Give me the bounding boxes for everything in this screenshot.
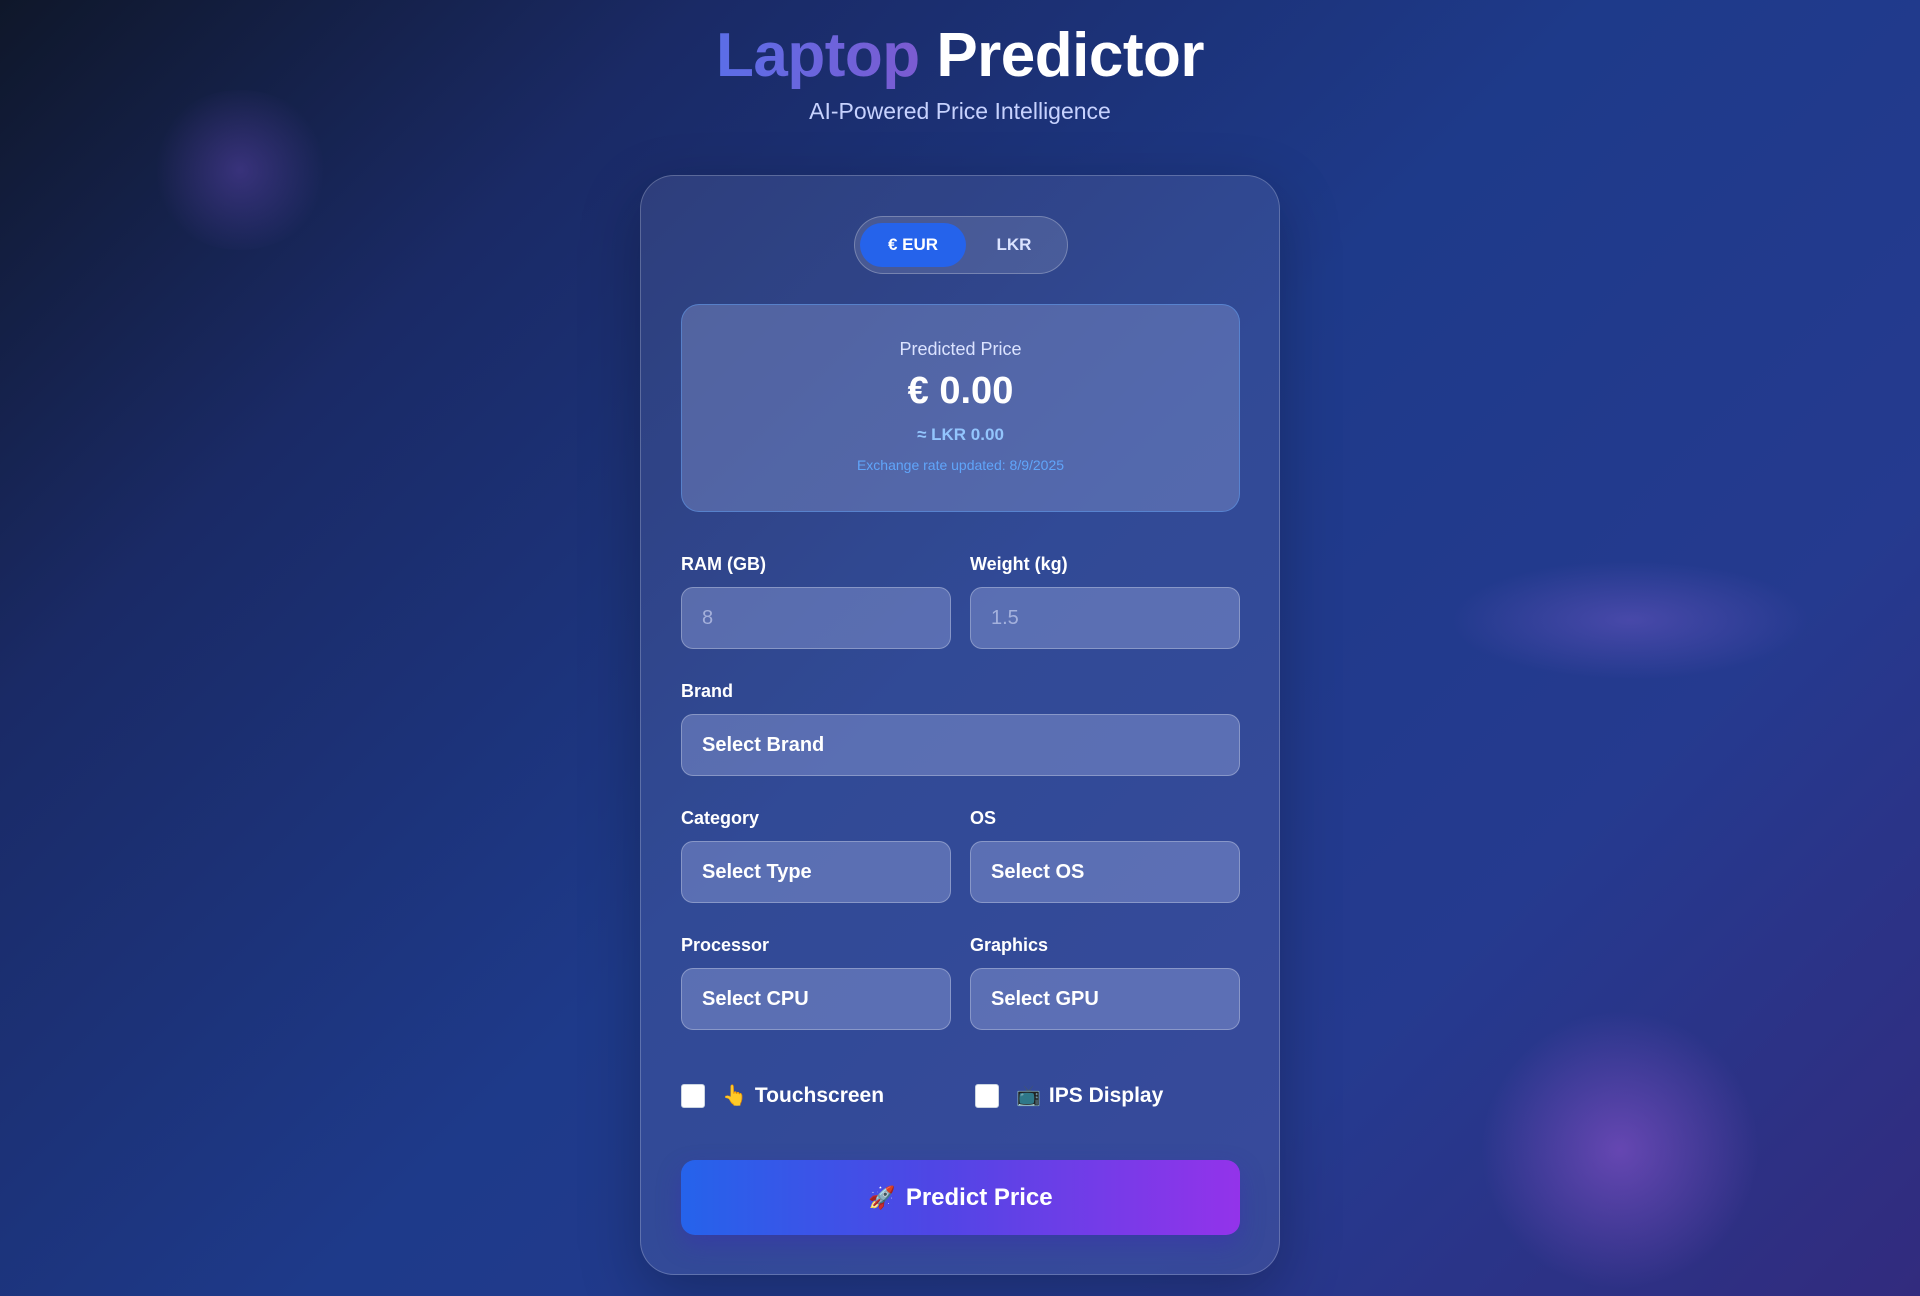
background-glow (1480, 1010, 1760, 1290)
ips-display-label: IPS Display (1048, 1083, 1164, 1107)
title-word-laptop: Laptop (715, 21, 920, 90)
touchscreen-checkbox[interactable] (681, 1083, 705, 1108)
weight-label: Weight (kg) (970, 554, 1068, 574)
currency-lkr-button[interactable]: LKR (966, 223, 1062, 267)
brand-select[interactable]: Select Brand (681, 714, 1240, 776)
brand-select-value: Select Brand (702, 733, 825, 756)
predict-price-label: Predict Price (905, 1183, 1053, 1211)
touchscreen-label: Touchscreen (754, 1083, 885, 1107)
category-select-value: Select Type (702, 860, 812, 883)
ips-display-checkbox[interactable] (975, 1083, 999, 1108)
page-title: Laptop Predictor (0, 20, 1920, 92)
processor-label: Processor (681, 935, 770, 955)
graphics-select[interactable]: Select GPU (970, 968, 1240, 1030)
ips-display-option[interactable]: 📺 IPS Display (975, 1083, 1163, 1108)
touchscreen-option[interactable]: 👆 Touchscreen (681, 1083, 884, 1108)
os-select-value: Select OS (991, 860, 1085, 883)
processor-select[interactable]: Select CPU (681, 968, 951, 1030)
graphics-label: Graphics (970, 935, 1049, 955)
rocket-icon: 🚀 (868, 1184, 896, 1210)
television-icon: 📺 (1016, 1085, 1041, 1107)
converted-price: ≈ LKR 0.00 (917, 425, 1004, 444)
currency-toggle: € EUR LKR (854, 216, 1068, 274)
pointing-hand-icon: 👆 (722, 1085, 747, 1107)
os-select[interactable]: Select OS (970, 841, 1240, 903)
weight-input[interactable] (970, 587, 1240, 649)
predicted-price-label: Predicted Price (899, 339, 1022, 359)
page-subtitle: AI-Powered Price Intelligence (809, 98, 1111, 124)
predicted-price-value: € 0.00 (907, 370, 1014, 412)
category-label: Category (681, 808, 760, 828)
background-glow (1450, 560, 1810, 680)
exchange-rate-updated: Exchange rate updated: 8/9/2025 (856, 457, 1065, 473)
currency-eur-button[interactable]: € EUR (860, 223, 966, 267)
predicted-price-panel: Predicted Price € 0.00 ≈ LKR 0.00 Exchan… (681, 304, 1240, 512)
title-word-predictor: Predictor (936, 21, 1205, 90)
category-select[interactable]: Select Type (681, 841, 951, 903)
ram-label: RAM (GB) (681, 554, 766, 574)
predictor-card: € EUR LKR Predicted Price € 0.00 ≈ LKR 0… (640, 175, 1280, 1275)
ram-input[interactable] (681, 587, 951, 649)
graphics-select-value: Select GPU (991, 987, 1099, 1010)
brand-label: Brand (681, 681, 734, 701)
os-label: OS (970, 808, 997, 828)
processor-select-value: Select CPU (702, 987, 809, 1010)
predict-price-button[interactable]: 🚀 Predict Price (681, 1160, 1240, 1235)
page-header: Laptop Predictor AI-Powered Price Intell… (0, 20, 1920, 125)
